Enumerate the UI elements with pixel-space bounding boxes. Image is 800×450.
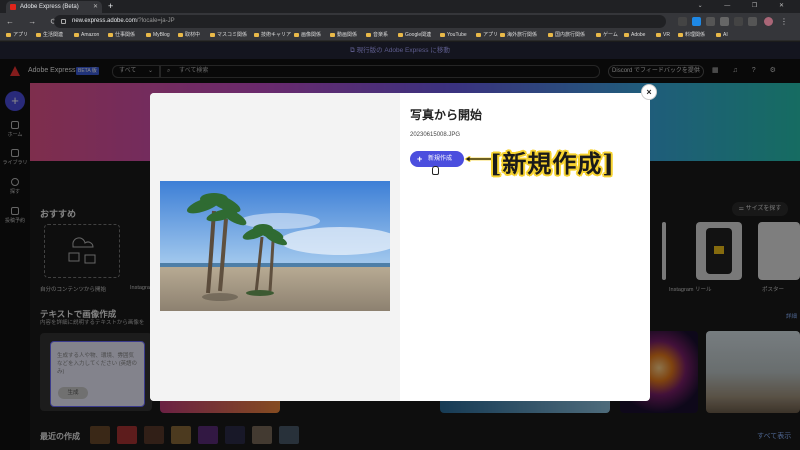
bookmark[interactable]: アプリ [6, 30, 28, 41]
url-host: new.express.adobe.com [72, 18, 137, 24]
bookmark[interactable]: 料理関係 [678, 30, 705, 41]
beach-palm-photo [160, 181, 390, 311]
bookmark[interactable]: 音楽系 [366, 30, 388, 41]
extension-icon[interactable] [706, 17, 715, 26]
bookmark[interactable]: AI [716, 30, 728, 41]
lock-icon [61, 19, 66, 24]
file-name: 20230615008.JPG [410, 132, 461, 138]
close-tab-icon[interactable]: ✕ [93, 1, 98, 13]
bookmark[interactable]: VR [656, 30, 670, 41]
bookmarks-bar: アプリ 生活関連 Amazon 仕事関係 MyBlog 取材中 マスコミ関係 技… [0, 30, 800, 41]
bookmark[interactable]: Adobe [624, 30, 645, 41]
bookmark[interactable]: Google関連 [398, 30, 431, 41]
create-new-button[interactable]: + 新規作成 [410, 151, 464, 167]
dialog-title: 写真から開始 [410, 108, 483, 122]
address-bar[interactable]: new.express.adobe.com/?locale=ja-JP [54, 15, 666, 28]
browser-toolbar: ← → ⟳ new.express.adobe.com/?locale=ja-J… [0, 13, 800, 30]
extension-icon[interactable] [692, 17, 701, 26]
bookmark[interactable]: YouTube [440, 30, 467, 41]
bookmark[interactable]: マスコミ関係 [210, 30, 247, 41]
browser-tab-bar: Adobe Express (Beta) ✕ + ⌄ — ❐ ✕ [0, 0, 800, 13]
photo-preview-panel [150, 93, 400, 401]
bookmark[interactable]: 海外旅行関係 [500, 30, 537, 41]
bookmark[interactable]: ゲーム [596, 30, 618, 41]
extensions-puzzle-icon[interactable] [734, 17, 743, 26]
extension-icon[interactable] [678, 17, 687, 26]
bookmark[interactable]: 技術キャリア [254, 30, 291, 41]
browser-menu-icon[interactable]: ⋮ [780, 17, 789, 26]
bookmark[interactable]: アプリ [476, 30, 498, 41]
bookmark[interactable]: MyBlog [146, 30, 170, 41]
extension-icon[interactable] [720, 17, 729, 26]
bookmark[interactable]: 生活関連 [36, 30, 63, 41]
browser-tab[interactable]: Adobe Express (Beta) ✕ [6, 1, 102, 13]
bookmark[interactable]: Amazon [74, 30, 99, 41]
photo-preview [160, 181, 390, 311]
plus-icon: + [417, 154, 423, 164]
adobe-favicon-icon [10, 4, 16, 10]
close-dialog-button[interactable]: × [641, 84, 657, 100]
bookmark[interactable]: 取材中 [178, 30, 200, 41]
create-new-label: 新規作成 [428, 156, 453, 162]
new-tab-button[interactable]: + [108, 0, 113, 13]
mouse-cursor-icon [432, 166, 439, 175]
annotation-label: [新規作成] [490, 149, 615, 178]
tab-title: Adobe Express (Beta) [20, 4, 79, 10]
bookmark[interactable]: 動画関係 [330, 30, 357, 41]
bookmark[interactable]: 仕事関係 [108, 30, 135, 41]
sidebar-toggle-icon[interactable] [748, 17, 757, 26]
profile-avatar-icon[interactable] [764, 17, 773, 26]
start-from-photo-dialog [150, 93, 650, 401]
url-path: /?locale=ja-JP [136, 18, 175, 24]
window-controls[interactable]: ⌄ — ❐ ✕ [698, 0, 794, 13]
bookmark[interactable]: 国内旅行関係 [548, 30, 585, 41]
bookmark[interactable]: 画像関係 [294, 30, 321, 41]
